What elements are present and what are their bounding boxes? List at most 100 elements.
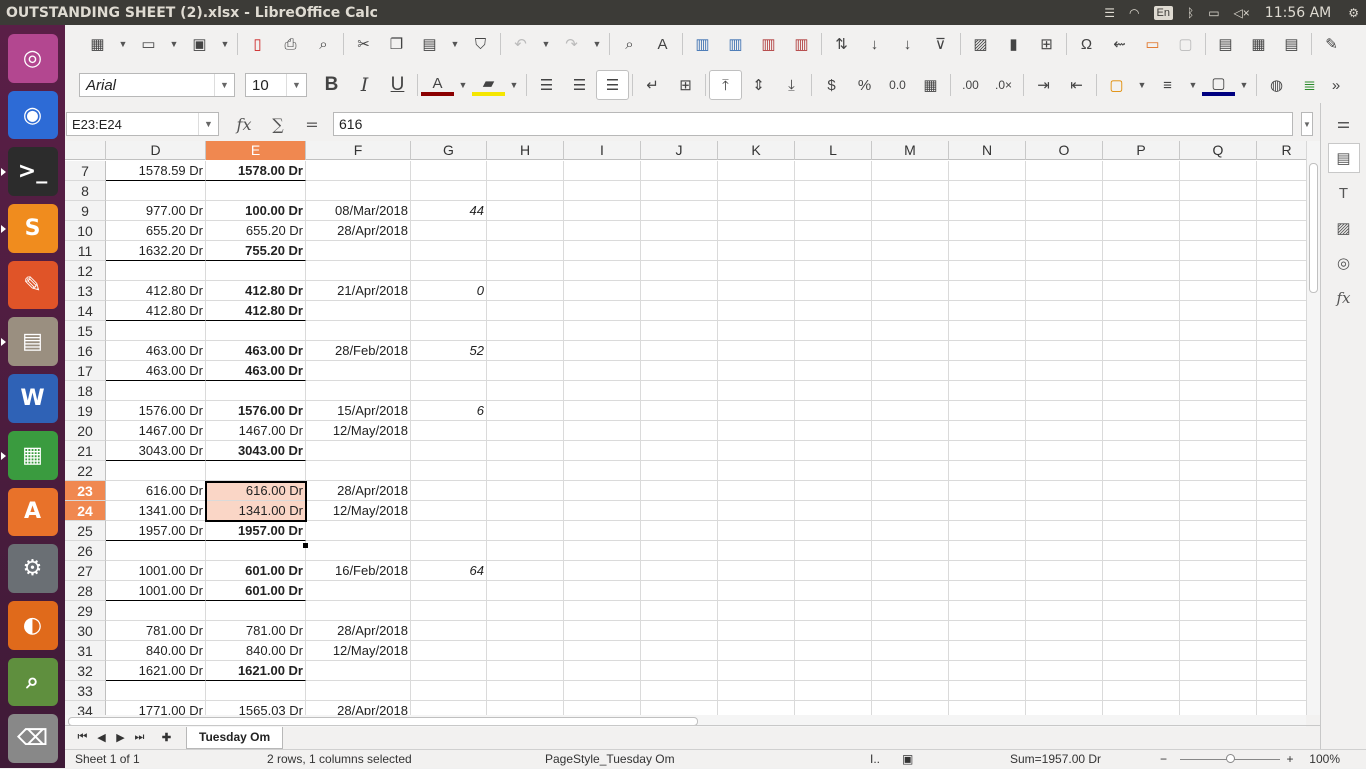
cell-p[interactable]	[1103, 681, 1180, 701]
sublime-text-icon[interactable]: S	[0, 204, 58, 253]
column-header-r[interactable]: R	[1257, 141, 1306, 160]
cell-f[interactable]	[306, 161, 411, 181]
cell-m[interactable]	[872, 421, 949, 441]
row-header[interactable]: 23	[65, 481, 106, 501]
cell-f[interactable]	[306, 461, 411, 481]
cell-q[interactable]	[1180, 441, 1257, 461]
cell-k[interactable]	[718, 381, 795, 401]
cell-j[interactable]	[641, 481, 718, 501]
cell-r[interactable]	[1257, 221, 1306, 241]
expand-formula-icon[interactable]: ▼	[1301, 112, 1313, 136]
cell-o[interactable]	[1026, 641, 1103, 661]
cell-k[interactable]	[718, 221, 795, 241]
cell-k[interactable]	[718, 261, 795, 281]
cell-d[interactable]	[106, 261, 206, 281]
cell-n[interactable]	[949, 581, 1026, 601]
percent-format-icon[interactable]: %	[848, 70, 881, 100]
borders-dropdown-icon[interactable]: ▼	[1133, 70, 1151, 100]
cell-g[interactable]	[411, 681, 487, 701]
cell-k[interactable]	[718, 461, 795, 481]
cell-q[interactable]	[1180, 421, 1257, 441]
cell-g[interactable]	[411, 441, 487, 461]
row-header[interactable]: 25	[65, 521, 106, 541]
cell-h[interactable]	[487, 281, 564, 301]
equals-icon[interactable]: =	[295, 115, 329, 134]
cell-d[interactable]	[106, 381, 206, 401]
cell-p[interactable]	[1103, 701, 1180, 715]
cell-f[interactable]	[306, 521, 411, 541]
column-header-m[interactable]: M	[872, 141, 949, 160]
cell-p[interactable]	[1103, 661, 1180, 681]
cell-r[interactable]	[1257, 361, 1306, 381]
underline-icon[interactable]: U	[381, 70, 414, 100]
cell-f[interactable]	[306, 681, 411, 701]
cell-o[interactable]	[1026, 401, 1103, 421]
font-name-combo[interactable]: Arial ▼	[79, 73, 235, 97]
row-header[interactable]: 22	[65, 461, 106, 481]
row-header[interactable]: 20	[65, 421, 106, 441]
menu-icon[interactable]: ☰	[1104, 6, 1115, 20]
cell-g[interactable]	[411, 601, 487, 621]
cell-j[interactable]	[641, 701, 718, 715]
cell-h[interactable]	[487, 701, 564, 715]
sort-icon[interactable]: ⇅	[825, 29, 858, 59]
increase-indent-icon[interactable]: ⇥	[1027, 70, 1060, 100]
cell-m[interactable]	[872, 541, 949, 561]
highlight-color-icon[interactable]: ▰	[472, 74, 505, 96]
cell-f[interactable]	[306, 661, 411, 681]
cell-o[interactable]	[1026, 601, 1103, 621]
border-style-icon[interactable]: ≡	[1151, 70, 1184, 100]
cell-p[interactable]	[1103, 421, 1180, 441]
new-dropdown-icon[interactable]: ▼	[114, 29, 132, 59]
define-print-area-icon[interactable]: ▤	[1209, 29, 1242, 59]
cell-r[interactable]	[1257, 441, 1306, 461]
cell-f[interactable]: 12/May/2018	[306, 641, 411, 661]
cell-e[interactable]: 1467.00 Dr	[206, 421, 306, 441]
cell-l[interactable]	[795, 221, 872, 241]
cell-r[interactable]	[1257, 541, 1306, 561]
cell-r[interactable]	[1257, 641, 1306, 661]
cell-m[interactable]	[872, 381, 949, 401]
cell-g[interactable]	[411, 301, 487, 321]
cell-n[interactable]	[949, 201, 1026, 221]
cell-f[interactable]: 28/Apr/2018	[306, 701, 411, 715]
cell-r[interactable]	[1257, 701, 1306, 715]
cell-j[interactable]	[641, 681, 718, 701]
cell-l[interactable]	[795, 641, 872, 661]
cell-f[interactable]	[306, 441, 411, 461]
cell-d[interactable]: 412.80 Dr	[106, 281, 206, 301]
cell-p[interactable]	[1103, 561, 1180, 581]
cell-k[interactable]	[718, 421, 795, 441]
cell-n[interactable]	[949, 681, 1026, 701]
cell-h[interactable]	[487, 481, 564, 501]
cell-i[interactable]	[564, 601, 641, 621]
cell-k[interactable]	[718, 701, 795, 715]
cell-l[interactable]	[795, 661, 872, 681]
name-box[interactable]: E23:E24 ▼	[66, 112, 219, 136]
cell-e[interactable]	[206, 321, 306, 341]
cell-l[interactable]	[795, 321, 872, 341]
cell-o[interactable]	[1026, 301, 1103, 321]
cell-h[interactable]	[487, 461, 564, 481]
cell-o[interactable]	[1026, 441, 1103, 461]
cell-o[interactable]	[1026, 361, 1103, 381]
cell-f[interactable]	[306, 301, 411, 321]
font-size-combo[interactable]: 10 ▼	[245, 73, 307, 97]
cell-p[interactable]	[1103, 541, 1180, 561]
gallery-icon[interactable]: ▨	[1328, 213, 1360, 243]
cell-j[interactable]	[641, 601, 718, 621]
cell-i[interactable]	[564, 461, 641, 481]
cell-f[interactable]: 08/Mar/2018	[306, 201, 411, 221]
cell-g[interactable]	[411, 521, 487, 541]
cell-g[interactable]	[411, 541, 487, 561]
cell-r[interactable]	[1257, 661, 1306, 681]
cell-p[interactable]	[1103, 381, 1180, 401]
cell-f[interactable]: 21/Apr/2018	[306, 281, 411, 301]
cell-g[interactable]: 64	[411, 561, 487, 581]
cell-q[interactable]	[1180, 261, 1257, 281]
cell-o[interactable]	[1026, 341, 1103, 361]
cell-h[interactable]	[487, 561, 564, 581]
cell-i[interactable]	[564, 661, 641, 681]
cell-g[interactable]	[411, 501, 487, 521]
cell-o[interactable]	[1026, 321, 1103, 341]
